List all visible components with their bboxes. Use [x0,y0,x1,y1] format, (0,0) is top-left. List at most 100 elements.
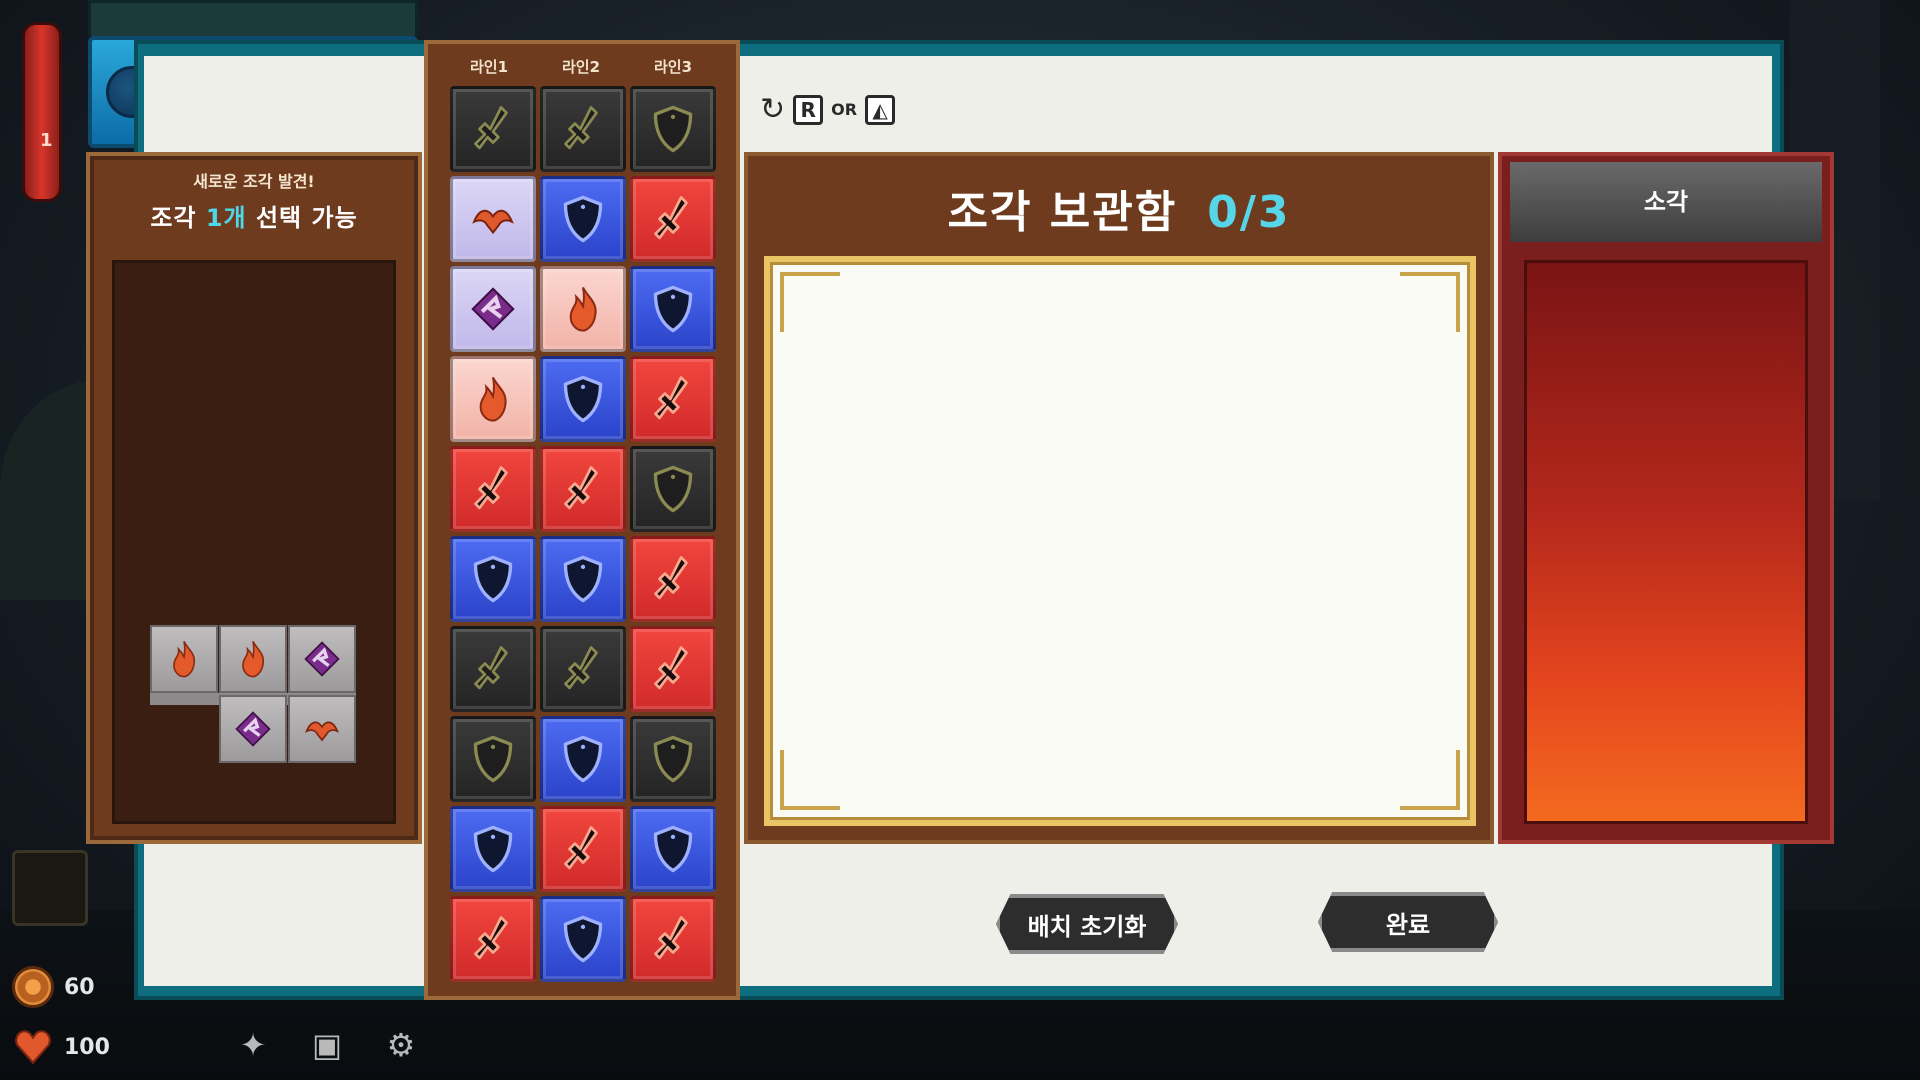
shield-icon [653,735,693,783]
burn-title: 소각 [1510,162,1822,242]
grid-tile[interactable] [450,86,536,172]
flame-icon [569,286,597,332]
shield-icon [563,915,603,963]
reset-button[interactable]: 배치 초기화 [996,894,1178,954]
energy-gauge [22,22,62,202]
grid-tile[interactable] [450,266,536,352]
grid-tile[interactable] [540,356,626,442]
storage-panel: 조각 보관함 0/3 [744,152,1494,844]
sword-icon [474,916,508,960]
bomb-icon[interactable]: ✦ [228,1022,278,1068]
hint-or: OR [831,100,858,119]
discovery-header: 새로운 조각 발견! 조각 1개 선택 가능 [90,156,418,244]
storage-drop-area[interactable] [764,256,1476,826]
grid-tile[interactable] [630,716,716,802]
orb-bar-cap [88,0,418,36]
key-r: R [793,94,824,125]
grid-tile[interactable] [540,536,626,622]
flame-icon [173,641,196,678]
grid-tile[interactable] [630,176,716,262]
grid-tile[interactable] [450,716,536,802]
sword-icon [654,376,688,420]
grid-tile[interactable] [450,806,536,892]
flame-icon [242,641,265,678]
shield-icon [473,735,513,783]
burn-panel: 소각 [1498,152,1834,844]
shield-icon [473,555,513,603]
frame-corner [1400,272,1460,332]
grid-tile[interactable] [450,626,536,712]
grid-tile[interactable] [630,626,716,712]
sword-icon [474,646,508,690]
grid-tile[interactable] [540,86,626,172]
mouse-icon: ◭ [865,94,896,125]
grid-tile[interactable] [630,356,716,442]
sword-icon [654,646,688,690]
coin-counter: 60 [12,966,95,1008]
grid-tile[interactable] [450,446,536,532]
claw-icon [304,641,340,677]
rotate-hint: ↻ R OR ◭ [760,92,896,127]
discovered-piece-tile[interactable] [288,695,356,763]
coin-icon [12,966,54,1008]
grid-tile[interactable] [450,176,536,262]
item-slot[interactable] [12,850,88,926]
sword-icon [564,106,598,150]
grid-tile[interactable] [540,176,626,262]
discovery-subtitle: 새로운 조각 발견! [193,172,315,191]
done-button[interactable]: 완료 [1318,892,1498,952]
grid-tile[interactable] [540,446,626,532]
grid-tile[interactable] [450,356,536,442]
line-label: 라인2 [561,58,601,76]
tile-grid [450,86,720,982]
grid-tile[interactable] [630,86,716,172]
line-labels: 라인1 라인2 라인3 [446,56,716,77]
discovery-well [112,260,396,824]
sword-icon [564,826,598,870]
flame-icon [479,376,507,422]
hud-toolbar: ✦ ▣ ⚙ [228,1022,426,1068]
frame-corner [1400,750,1460,810]
coin-value: 60 [64,974,95,1000]
grid-tile[interactable] [630,266,716,352]
shield-icon [653,105,693,153]
line-grid-panel: 라인1 라인2 라인3 [424,40,740,1000]
grid-tile[interactable] [630,896,716,982]
rotate-icon: ↻ [760,92,786,127]
heart-icon [15,1030,51,1065]
frame-corner [780,272,840,332]
storage-count: 0/3 [1207,187,1291,238]
shield-icon [653,285,693,333]
shield-icon [563,555,603,603]
grid-tile[interactable] [630,536,716,622]
grid-tile[interactable] [540,626,626,712]
grid-tile[interactable] [450,536,536,622]
shield-icon [563,375,603,423]
grid-tile[interactable] [540,716,626,802]
shield-icon [653,825,693,873]
shield-icon [653,465,693,513]
discovered-piece-tile[interactable] [288,625,356,693]
grid-tile[interactable] [630,806,716,892]
discovered-piece-tile[interactable] [150,625,218,693]
line-label: 라인1 [469,58,509,76]
sword-icon [564,466,598,510]
discovery-title: 조각 1개 선택 가능 [150,204,358,232]
sword-icon [564,646,598,690]
grid-tile[interactable] [540,806,626,892]
gear-icon[interactable]: ⚙ [376,1022,426,1068]
discovered-piece-tile[interactable] [219,625,287,693]
grid-tile[interactable] [540,266,626,352]
chest-icon[interactable]: ▣ [302,1022,352,1068]
shield-icon [563,735,603,783]
grid-tile[interactable] [540,896,626,982]
grid-tile[interactable] [450,896,536,982]
energy-value: 1 [40,130,53,151]
burn-drop-area[interactable] [1524,260,1808,824]
shield-icon [473,825,513,873]
discovered-piece-tile[interactable] [219,695,287,763]
sword-icon [474,466,508,510]
sword-icon [654,196,688,240]
grid-tile[interactable] [630,446,716,532]
sword-icon [654,556,688,600]
